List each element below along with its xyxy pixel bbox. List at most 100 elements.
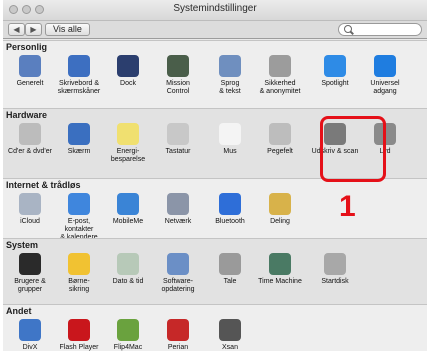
section-divider	[3, 304, 427, 305]
network-icon	[167, 193, 189, 215]
pref-pane-cd[interactable]: Cd'er & dvd'er	[5, 123, 55, 156]
pref-pane-label: Xsan	[222, 344, 238, 351]
mouse-icon	[219, 123, 241, 145]
pref-pane-label: Mus	[223, 148, 237, 155]
pref-pane-bluetooth[interactable]: Bluetooth	[205, 193, 255, 226]
clock-icon	[117, 253, 139, 275]
pref-pane-flip4mac[interactable]: Flip4Mac	[103, 319, 153, 351]
pref-pane-flash[interactable]: Flash Player	[54, 319, 104, 351]
pref-pane-label: Energi- besparelse	[110, 148, 146, 163]
search-icon	[344, 25, 352, 33]
pref-pane-label: Brugere & grupper	[14, 278, 46, 293]
pref-pane-mouse[interactable]: Mus	[205, 123, 255, 156]
pref-pane-label: Perian	[167, 344, 189, 351]
pref-pane-label: Netværk	[164, 218, 192, 225]
pref-pane-mobileme[interactable]: MobileMe	[103, 193, 153, 226]
pref-pane-label: Pegefelt	[267, 148, 293, 155]
pref-pane-label: Skærm	[67, 148, 91, 155]
pref-pane-mail[interactable]: E-post, kontakter & kalendere	[54, 193, 104, 242]
pref-pane-microphone[interactable]: Tale	[205, 253, 255, 286]
time-machine-icon	[269, 253, 291, 275]
pref-pane-label: Sikkerhed & anonymitet	[259, 80, 301, 95]
bluetooth-icon	[219, 193, 241, 215]
pref-pane-label: Software- opdatering	[161, 278, 195, 293]
pref-pane-spotlight[interactable]: Spotlight	[310, 55, 360, 88]
pref-pane-label: Skrivebord & skærmskåner	[57, 80, 101, 95]
users-icon	[19, 253, 41, 275]
highlight-box	[320, 116, 386, 182]
pref-pane-energy[interactable]: Energi- besparelse	[103, 123, 153, 164]
accessibility-icon	[374, 55, 396, 77]
pref-pane-language[interactable]: Sprog & tekst	[205, 55, 255, 96]
pref-pane-general[interactable]: Generelt	[5, 55, 55, 88]
back-button[interactable]: ◀	[8, 23, 25, 36]
pref-pane-time-machine[interactable]: Time Machine	[255, 253, 305, 286]
pref-pane-startup-disk[interactable]: Startdisk	[310, 253, 360, 286]
section-title: Hardware	[6, 110, 48, 120]
pref-pane-keyboard[interactable]: Tastatur	[153, 123, 203, 156]
pref-pane-sharing[interactable]: Deling	[255, 193, 305, 226]
pref-pane-label: Flash Player	[59, 344, 99, 351]
section-0: Personlig Generelt Skrivebord & skærmskåne…	[3, 40, 427, 108]
pref-pane-parental[interactable]: Børne- sikring	[54, 253, 104, 294]
pref-pane-display[interactable]: Skærm	[54, 123, 104, 156]
pref-pane-trackpad[interactable]: Pegefelt	[255, 123, 305, 156]
search-field[interactable]	[338, 23, 422, 36]
software-update-icon	[167, 253, 189, 275]
pref-pane-label: Generelt	[16, 80, 44, 87]
pref-pane-label: iCloud	[20, 218, 40, 225]
section-divider	[3, 238, 427, 239]
pref-pane-network[interactable]: Netværk	[153, 193, 203, 226]
section-divider	[3, 108, 427, 109]
section-title: Internet & trådløs	[6, 180, 81, 190]
energy-icon	[117, 123, 139, 145]
pref-pane-mission-control[interactable]: Mission Control	[153, 55, 203, 96]
pref-pane-divx[interactable]: DivX	[5, 319, 55, 351]
divx-icon	[19, 319, 41, 341]
icloud-icon	[19, 193, 41, 215]
pref-pane-software-update[interactable]: Software- opdatering	[153, 253, 203, 294]
section-3: System Brugere & grupper Børne- sikring Dat…	[3, 238, 427, 304]
pref-pane-accessibility[interactable]: Universel adgang	[360, 55, 410, 96]
pref-pane-users[interactable]: Brugere & grupper	[5, 253, 55, 294]
section-title: Personlig	[6, 42, 48, 52]
mail-icon	[68, 193, 90, 215]
xsan-icon	[219, 319, 241, 341]
pref-pane-label: Deling	[270, 218, 290, 225]
section-title: System	[6, 240, 39, 250]
pref-pane-dock[interactable]: Dock	[103, 55, 153, 88]
title-bar: Systemindstillinger	[3, 0, 427, 21]
language-icon	[219, 55, 241, 77]
pref-pane-perian[interactable]: Perian	[153, 319, 203, 351]
pref-pane-label: MobileMe	[112, 218, 144, 225]
pref-pane-security[interactable]: Sikkerhed & anonymitet	[255, 55, 305, 96]
trackpad-icon	[269, 123, 291, 145]
show-all-button[interactable]: Vis alle	[45, 23, 90, 36]
flip4mac-icon	[117, 319, 139, 341]
mobileme-icon	[117, 193, 139, 215]
pref-pane-label: Spotlight	[321, 80, 349, 87]
microphone-icon	[219, 253, 241, 275]
step-marker: 1	[339, 190, 356, 223]
parental-icon	[68, 253, 90, 275]
mission-control-icon	[167, 55, 189, 77]
spotlight-icon	[324, 55, 346, 77]
pref-pane-label: Universel adgang	[370, 80, 400, 95]
pref-pane-icloud[interactable]: iCloud	[5, 193, 55, 226]
pref-pane-label: Tale	[223, 278, 237, 285]
forward-button[interactable]: ▶	[25, 23, 42, 36]
pref-pane-xsan[interactable]: Xsan	[205, 319, 255, 351]
dock-icon	[117, 55, 139, 77]
section-4: Andet DivX Flash Player Flip4Mac Perian Xsan	[3, 304, 427, 351]
keyboard-icon	[167, 123, 189, 145]
pref-pane-label: Cd'er & dvd'er	[8, 148, 52, 155]
system-preferences-window: Systemindstillinger ◀ ▶ Vis alle Personl…	[3, 0, 427, 351]
pref-pane-clock[interactable]: Dato & tid	[103, 253, 153, 286]
pref-pane-desktop[interactable]: Skrivebord & skærmskåner	[54, 55, 104, 96]
pref-pane-label: Time Machine	[258, 278, 302, 285]
pref-pane-label: Bluetooth	[215, 218, 245, 225]
pref-pane-label: Mission Control	[166, 80, 190, 95]
pref-pane-label: DivX	[22, 344, 38, 351]
security-icon	[269, 55, 291, 77]
startup-disk-icon	[324, 253, 346, 275]
